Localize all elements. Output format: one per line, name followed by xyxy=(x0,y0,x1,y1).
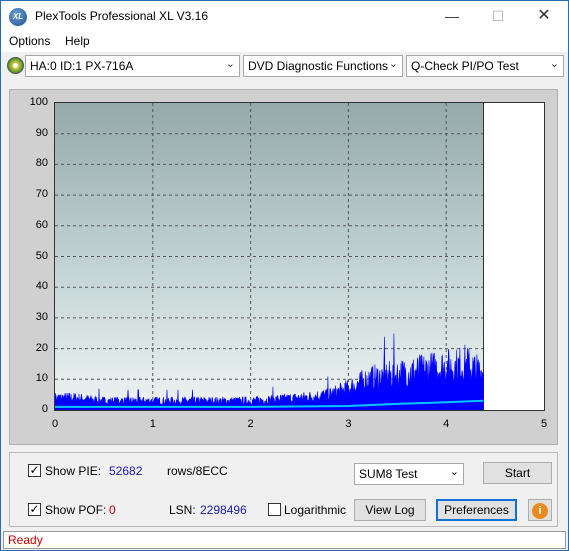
chart-svg xyxy=(55,103,484,410)
title-bar: XL PlexTools Professional XL V3.16 — ☐ ✕ xyxy=(1,1,568,32)
y-tick-label: 30 xyxy=(35,310,48,323)
rows-unit: rows/8ECC xyxy=(167,464,228,478)
lsn-label: LSN: xyxy=(169,503,196,517)
chevron-down-icon: ⌄ xyxy=(388,58,398,70)
chevron-down-icon: ⌄ xyxy=(449,466,459,478)
lsn-value: 2298496 xyxy=(200,503,247,517)
x-tick-label: 0 xyxy=(51,418,59,430)
show-pie-checkbox[interactable]: ✓ xyxy=(28,464,41,477)
y-tick-label: 90 xyxy=(35,126,48,139)
chevron-down-icon: ⌄ xyxy=(225,58,235,70)
info-button[interactable]: i xyxy=(528,499,552,521)
status-text: Ready xyxy=(8,533,43,547)
preferences-button[interactable]: Preferences xyxy=(436,499,517,521)
minimize-button[interactable]: — xyxy=(429,1,475,32)
app-logo-icon: XL xyxy=(9,8,27,26)
window-title: PlexTools Professional XL V3.16 xyxy=(35,9,208,23)
drive-select[interactable]: HA:0 ID:1 PX-716A ⌄ xyxy=(25,55,240,77)
sum-test-select[interactable]: SUM8 Test ⌄ xyxy=(354,463,464,485)
x-tick-label: 4 xyxy=(443,418,450,430)
y-tick-label: 10 xyxy=(35,372,48,385)
y-tick-label: 60 xyxy=(35,218,48,231)
menu-bar: Options Help xyxy=(1,32,568,52)
menu-help[interactable]: Help xyxy=(65,34,90,48)
show-pie-label: Show PIE: xyxy=(45,464,102,478)
start-button[interactable]: Start xyxy=(483,462,552,484)
logarithmic-label: Logarithmic xyxy=(284,503,347,517)
function-select[interactable]: DVD Diagnostic Functions ⌄ xyxy=(243,55,403,77)
disc-drive-icon xyxy=(7,57,24,74)
chevron-down-icon: ⌄ xyxy=(549,58,559,70)
maximize-button[interactable]: ☐ xyxy=(475,1,521,32)
app-window: XL PlexTools Professional XL V3.16 — ☐ ✕… xyxy=(0,0,569,551)
sum-test-value: SUM8 Test xyxy=(359,467,418,481)
y-tick-label: 50 xyxy=(35,249,48,262)
plot-area xyxy=(54,102,545,411)
y-tick-label: 70 xyxy=(35,188,48,201)
y-tick-label: 0 xyxy=(41,403,48,415)
info-icon: i xyxy=(532,503,548,519)
controls-panel: ✓ Show PIE: 52682 rows/8ECC SUM8 Test ⌄ … xyxy=(9,452,558,527)
pie-value: 52682 xyxy=(109,464,143,478)
x-tick-label: 5 xyxy=(540,418,548,430)
function-select-value: DVD Diagnostic Functions xyxy=(248,59,389,73)
x-tick-label: 1 xyxy=(149,418,156,430)
y-tick-label: 80 xyxy=(35,157,48,170)
toolbar: HA:0 ID:1 PX-716A ⌄ DVD Diagnostic Funct… xyxy=(1,53,568,79)
pie-series-area xyxy=(55,333,484,410)
test-select-value: Q-Check PI/PO Test xyxy=(411,59,519,73)
pof-value: 0 xyxy=(109,503,116,517)
drive-select-value: HA:0 ID:1 PX-716A xyxy=(30,59,134,73)
test-select[interactable]: Q-Check PI/PO Test ⌄ xyxy=(406,55,564,77)
view-log-button[interactable]: View Log xyxy=(354,499,426,521)
menu-options[interactable]: Options xyxy=(9,34,50,48)
x-tick-label: 3 xyxy=(345,418,352,430)
show-pof-checkbox[interactable]: ✓ xyxy=(28,503,41,516)
y-tick-label: 40 xyxy=(35,280,48,293)
y-tick-label: 20 xyxy=(35,341,48,354)
logarithmic-checkbox[interactable] xyxy=(268,503,281,516)
status-bar: Ready xyxy=(3,531,566,549)
close-button[interactable]: ✕ xyxy=(521,1,567,32)
x-tick-label: 2 xyxy=(247,418,254,430)
y-tick-label: 100 xyxy=(29,96,48,108)
chart-area: 100 90 80 70 60 50 40 30 20 10 0 0 1 2 3 4 5 xyxy=(9,89,558,445)
show-pof-label: Show POF: xyxy=(45,503,107,517)
